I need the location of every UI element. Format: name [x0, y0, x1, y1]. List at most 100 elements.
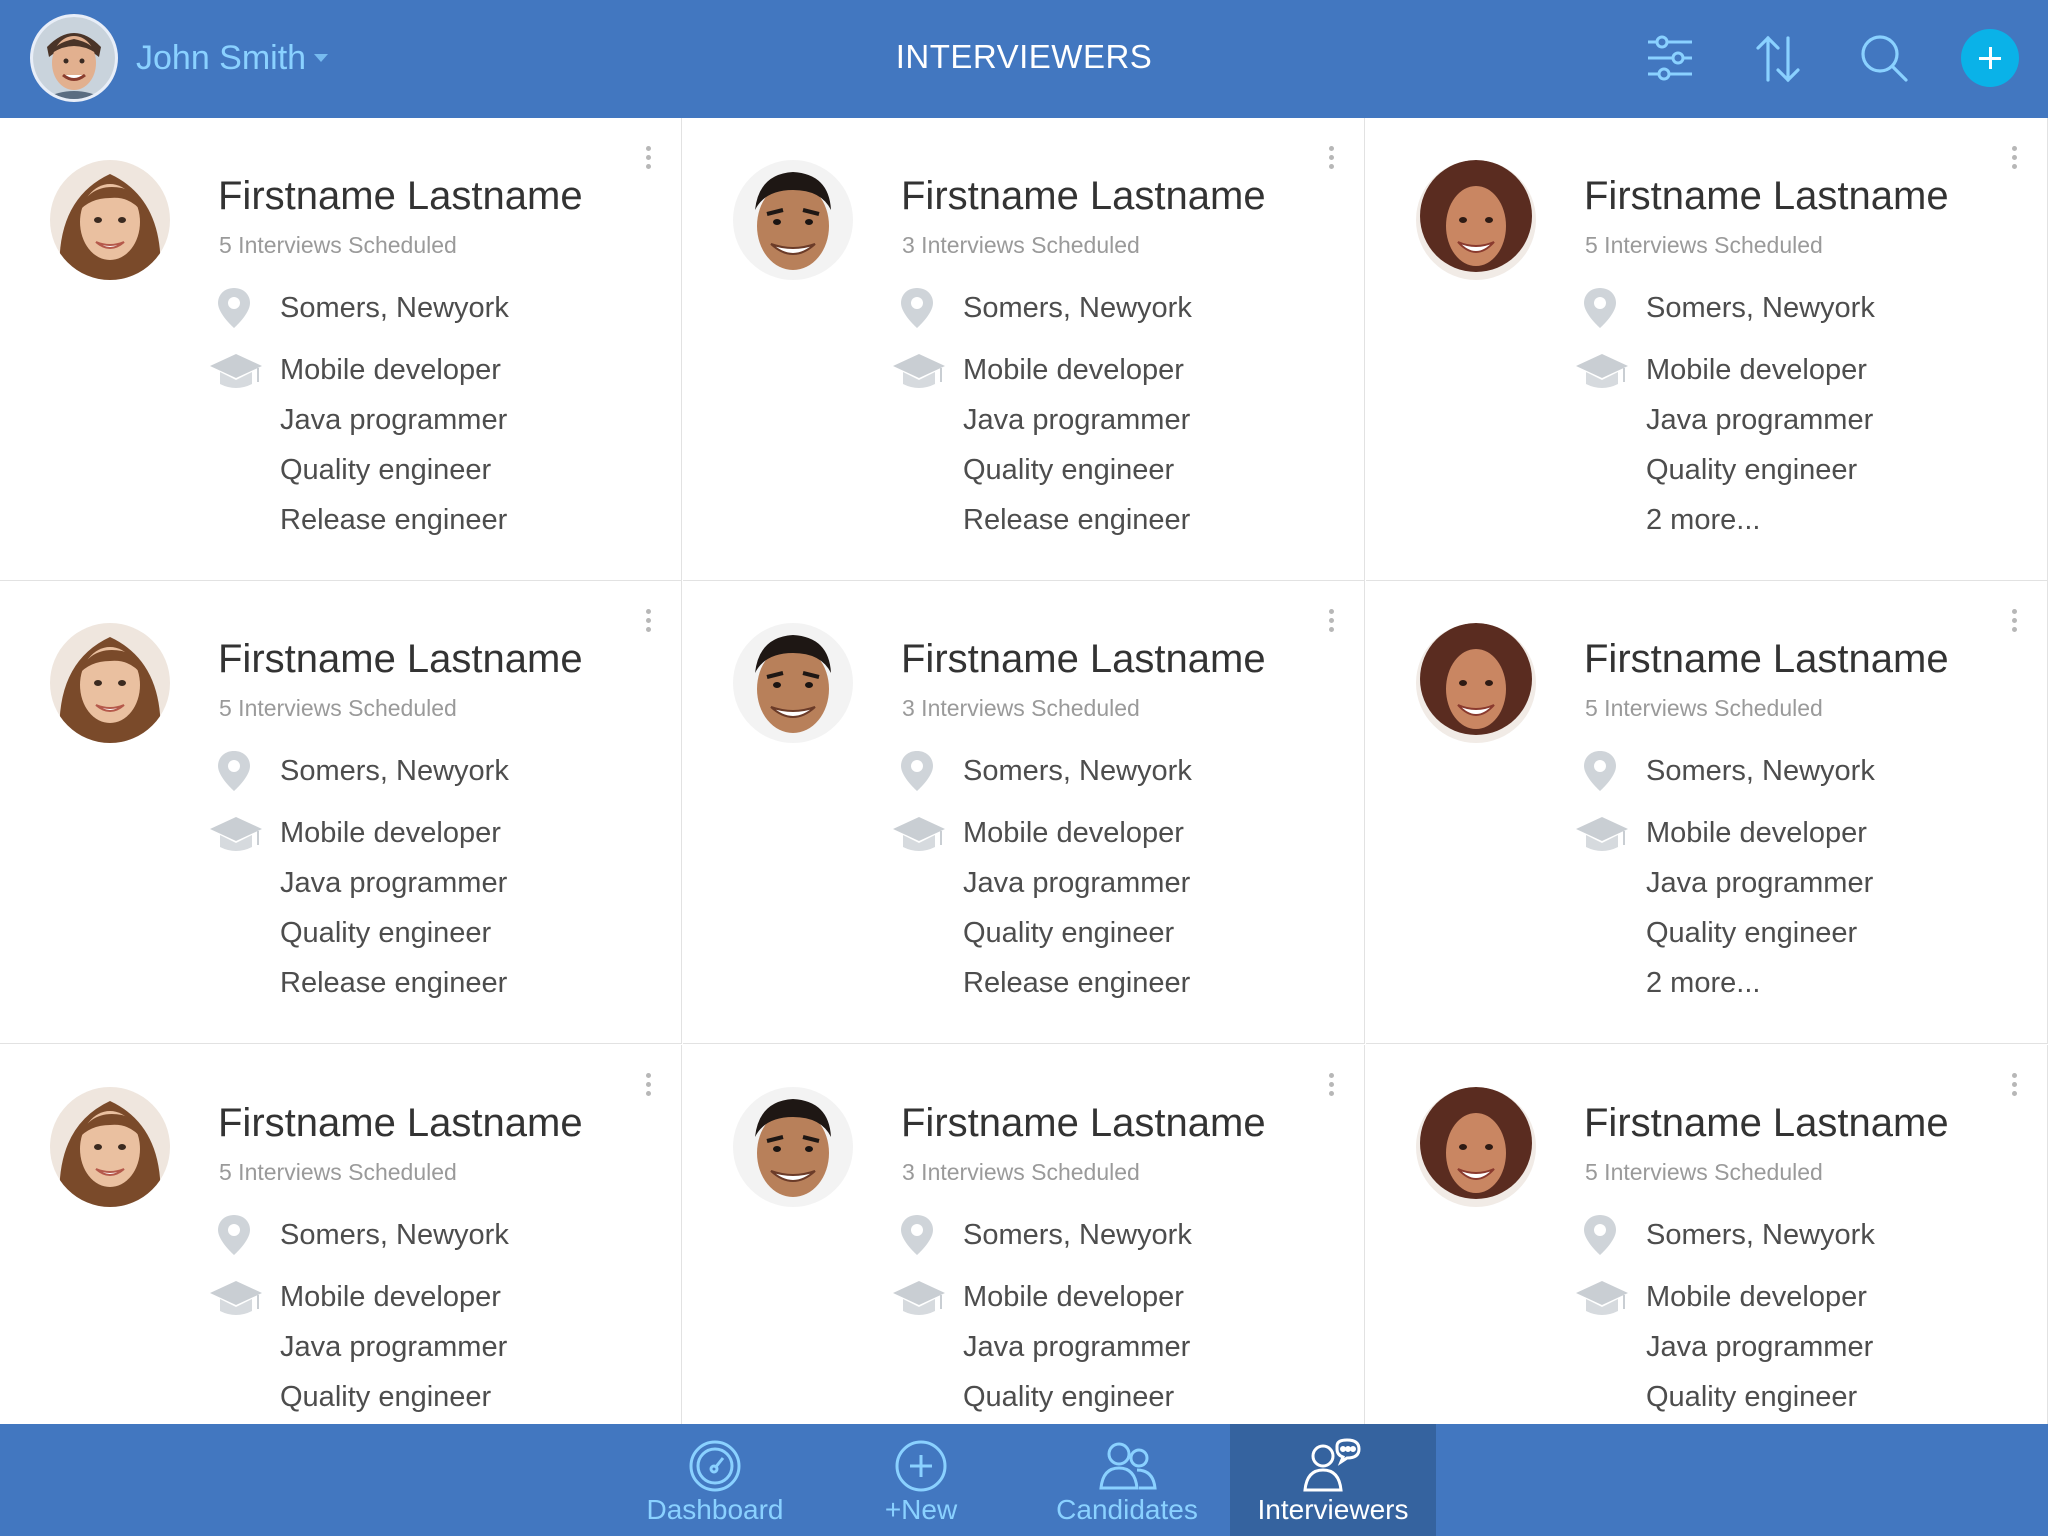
- tab-label: Dashboard: [646, 1494, 784, 1525]
- interviews-scheduled: 5 Interviews Scheduled: [1585, 232, 1823, 258]
- role-item: Java programmer: [963, 1331, 1191, 1363]
- interviewer-card[interactable]: Firstname Lastname 3 Interviews Scheduled…: [683, 581, 1365, 1044]
- tab-dashboard[interactable]: Dashboard: [612, 1424, 818, 1536]
- interviewer-location: Somers, Newyork: [280, 1219, 509, 1251]
- more-roles-link[interactable]: 2 more...: [1646, 967, 1760, 1000]
- sort-icon[interactable]: [1750, 30, 1806, 86]
- tab-candidates[interactable]: Candidates: [1024, 1424, 1230, 1536]
- graduation-cap-icon: [891, 813, 947, 857]
- tab-interviewers[interactable]: Interviewers: [1230, 1424, 1436, 1536]
- interviews-scheduled: 5 Interviews Scheduled: [219, 232, 457, 258]
- role-item: Mobile developer: [1646, 817, 1867, 849]
- interviewer-card[interactable]: Firstname Lastname 5 Interviews Scheduled…: [1366, 581, 2048, 1044]
- interviewer-location: Somers, Newyork: [963, 1219, 1192, 1251]
- role-item: Release engineer: [963, 504, 1191, 536]
- interviews-scheduled: 5 Interviews Scheduled: [1585, 695, 1823, 721]
- graduation-cap-icon: [1574, 1277, 1630, 1321]
- interviewer-photo: [50, 160, 170, 280]
- role-item: Release engineer: [280, 967, 508, 999]
- location-pin-icon: [897, 286, 937, 330]
- role-item: Java programmer: [1646, 1331, 1874, 1363]
- role-item: Mobile developer: [280, 354, 501, 386]
- interviews-scheduled: 5 Interviews Scheduled: [219, 1159, 457, 1185]
- add-icon[interactable]: [1961, 29, 2019, 87]
- role-item: Release engineer: [280, 504, 508, 536]
- interviewer-location: Somers, Newyork: [1646, 292, 1875, 324]
- interviewer-photo: [50, 623, 170, 743]
- interviewer-name: Firstname Lastname: [218, 1101, 583, 1145]
- interviewer-card[interactable]: Firstname Lastname 5 Interviews Scheduled…: [1366, 1045, 2048, 1424]
- top-bar: John Smith INTERVIEWERS: [0, 0, 2048, 118]
- more-roles-link[interactable]: 2 more...: [1646, 504, 1760, 537]
- location-pin-icon: [897, 749, 937, 793]
- filter-icon[interactable]: [1642, 30, 1698, 86]
- interviewer-photo: [1416, 1087, 1536, 1207]
- role-item: Quality engineer: [1646, 454, 1858, 486]
- graduation-cap-icon: [1574, 350, 1630, 394]
- role-item: Java programmer: [963, 867, 1191, 899]
- page-title: INTERVIEWERS: [895, 38, 1153, 75]
- interviewer-location: Somers, Newyork: [963, 292, 1192, 324]
- role-item: Java programmer: [963, 404, 1191, 436]
- more-options-icon[interactable]: [1324, 146, 1338, 178]
- interviewer-card[interactable]: Firstname Lastname 5 Interviews Scheduled…: [0, 118, 682, 581]
- role-item: Mobile developer: [963, 817, 1184, 849]
- interviewer-photo: [733, 623, 853, 743]
- role-item: Quality engineer: [1646, 917, 1858, 949]
- role-item: Quality engineer: [963, 454, 1175, 486]
- interviewer-photo: [50, 1087, 170, 1207]
- role-item: Quality engineer: [280, 454, 492, 486]
- role-item: Mobile developer: [1646, 1281, 1867, 1313]
- tab-label: +New: [884, 1494, 958, 1525]
- location-pin-icon: [1580, 749, 1620, 793]
- interviewer-photo: [733, 1087, 853, 1207]
- role-item: Mobile developer: [1646, 354, 1867, 386]
- interviewer-location: Somers, Newyork: [280, 755, 509, 787]
- interviewer-name: Firstname Lastname: [1584, 174, 1949, 218]
- role-item: Java programmer: [280, 1331, 508, 1363]
- more-options-icon[interactable]: [2007, 1073, 2021, 1105]
- interviewer-name: Firstname Lastname: [218, 637, 583, 681]
- interviewer-location: Somers, Newyork: [280, 292, 509, 324]
- interviews-scheduled: 3 Interviews Scheduled: [902, 1159, 1140, 1185]
- more-options-icon[interactable]: [2007, 609, 2021, 641]
- interviewer-name: Firstname Lastname: [1584, 637, 1949, 681]
- search-icon[interactable]: [1856, 30, 1912, 86]
- role-item: Quality engineer: [1646, 1381, 1858, 1413]
- more-options-icon[interactable]: [641, 146, 655, 178]
- tab-label: Interviewers: [1257, 1494, 1409, 1525]
- graduation-cap-icon: [208, 350, 264, 394]
- interviewer-card[interactable]: Firstname Lastname 5 Interviews Scheduled…: [1366, 118, 2048, 581]
- interviews-scheduled: 3 Interviews Scheduled: [902, 232, 1140, 258]
- interviewer-name: Firstname Lastname: [901, 1101, 1266, 1145]
- more-options-icon[interactable]: [1324, 609, 1338, 641]
- interviewer-location: Somers, Newyork: [1646, 755, 1875, 787]
- interviewer-card[interactable]: Firstname Lastname 5 Interviews Scheduled…: [0, 1045, 682, 1424]
- interviewer-card[interactable]: Firstname Lastname 3 Interviews Scheduled…: [683, 118, 1365, 581]
- role-item: Java programmer: [280, 867, 508, 899]
- interviewer-photo: [1416, 623, 1536, 743]
- candidates-icon: [1097, 1438, 1157, 1494]
- more-options-icon[interactable]: [641, 1073, 655, 1105]
- role-item: Mobile developer: [963, 1281, 1184, 1313]
- interviewer-name: Firstname Lastname: [901, 637, 1266, 681]
- interviewer-photo: [733, 160, 853, 280]
- more-options-icon[interactable]: [641, 609, 655, 641]
- role-item: Mobile developer: [963, 354, 1184, 386]
- role-item: Quality engineer: [963, 1381, 1175, 1413]
- interviewer-card[interactable]: Firstname Lastname 5 Interviews Scheduled…: [0, 581, 682, 1044]
- graduation-cap-icon: [1574, 813, 1630, 857]
- interviewer-location: Somers, Newyork: [1646, 1219, 1875, 1251]
- interviewer-card[interactable]: Firstname Lastname 3 Interviews Scheduled…: [683, 1045, 1365, 1424]
- more-options-icon[interactable]: [1324, 1073, 1338, 1105]
- more-options-icon[interactable]: [2007, 146, 2021, 178]
- interviewer-grid: Firstname Lastname 5 Interviews Scheduled…: [0, 118, 2048, 1424]
- tab-new[interactable]: +New: [818, 1424, 1024, 1536]
- tab-label: Candidates: [1056, 1494, 1198, 1525]
- location-pin-icon: [897, 1213, 937, 1257]
- location-pin-icon: [1580, 286, 1620, 330]
- interviews-scheduled: 5 Interviews Scheduled: [1585, 1159, 1823, 1185]
- interviews-scheduled: 3 Interviews Scheduled: [902, 695, 1140, 721]
- plus-circle-icon: [891, 1438, 951, 1494]
- interviewer-photo: [1416, 160, 1536, 280]
